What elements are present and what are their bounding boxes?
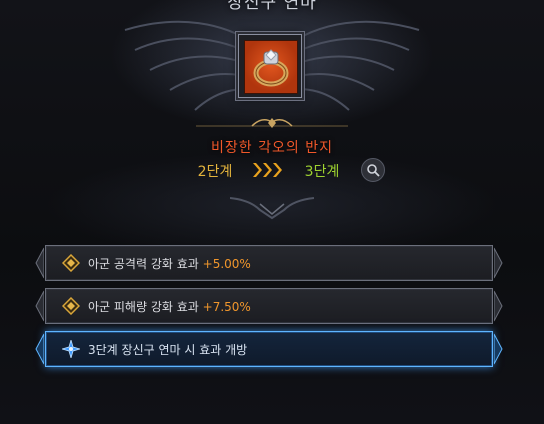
section-divider-ornament — [230, 197, 314, 220]
effect-label: 아군 피해량 강화 효과 — [88, 300, 199, 314]
effect-row-damage[interactable]: 아군 피해량 강화 효과 +7.50% — [35, 288, 503, 324]
triple-chevron-right-icon — [253, 163, 282, 177]
locked-star-icon — [62, 340, 80, 358]
item-icon-slot[interactable] — [238, 34, 302, 98]
search-icon — [367, 164, 380, 177]
diamond-icon — [62, 254, 80, 272]
effect-label: 아군 공격력 강화 효과 — [88, 257, 199, 271]
row-cap-right — [494, 290, 503, 322]
row-cap-left — [35, 247, 44, 279]
effect-value: +7.50% — [202, 300, 251, 314]
row-cap-left — [35, 333, 44, 365]
stage-next: 3단계 — [304, 164, 340, 180]
row-cap-right — [494, 333, 503, 365]
effect-row-unlock[interactable]: 3단계 장신구 연마 시 효과 개방 — [35, 331, 503, 367]
effect-row-attack[interactable]: 아군 공격력 강화 효과 +5.00% — [35, 245, 503, 281]
effect-value: +5.00% — [202, 257, 251, 271]
effect-label: 3단계 장신구 연마 시 효과 개방 — [88, 343, 248, 357]
diamond-icon — [62, 297, 80, 315]
title-ornament — [196, 118, 348, 128]
row-cap-left — [35, 290, 44, 322]
row-cap-right — [494, 247, 503, 279]
search-button[interactable] — [361, 158, 385, 182]
ring-icon — [253, 49, 289, 87]
item-name: 비장한 각오의 반지 — [211, 140, 333, 156]
window-title: 장신구 연마 — [227, 0, 317, 13]
stage-current: 2단계 — [197, 164, 233, 180]
